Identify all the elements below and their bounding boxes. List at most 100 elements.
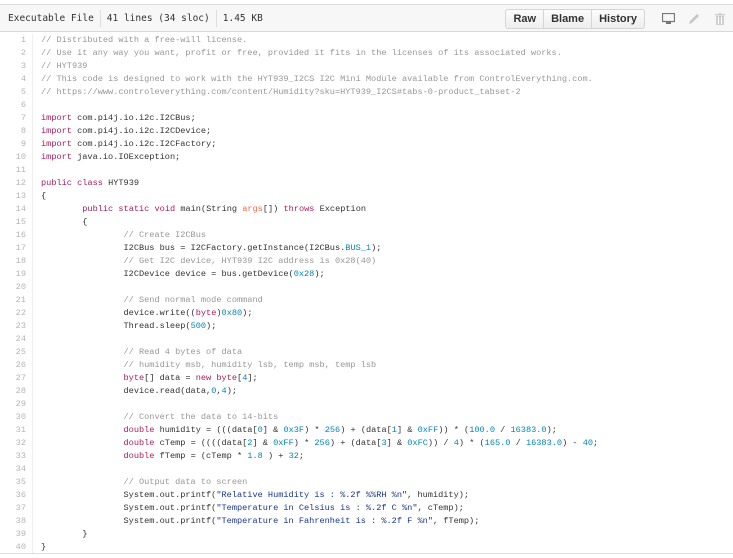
line-content: Thread.sleep(500); <box>41 321 217 331</box>
line-number[interactable]: 21 <box>0 294 33 307</box>
code-line: 3 // HYT939 <box>0 60 733 73</box>
line-number[interactable]: 10 <box>0 151 33 164</box>
file-mode: Executable File <box>8 13 94 24</box>
code-line: 24 <box>0 333 733 346</box>
line-content: public class HYT939 <box>41 178 140 188</box>
line-content: // Create I2CBus <box>123 230 207 240</box>
line-content: double cTemp = ((((data[2] & 0xFF) * 256… <box>123 438 599 448</box>
code-line: 19 I2CDevice device = bus.getDevice(0x28… <box>0 268 733 281</box>
line-content: // Read 4 bytes of data <box>123 347 243 357</box>
line-number[interactable]: 9 <box>0 138 33 151</box>
line-content: // Distributed with a free-will license. <box>41 35 248 45</box>
line-content: } <box>41 529 88 539</box>
line-number[interactable]: 36 <box>0 489 33 502</box>
code-line: 2 // Use it any way you want, profit or f… <box>0 47 733 60</box>
line-number[interactable]: 30 <box>0 411 33 424</box>
code-line: 33 double fTemp = (cTemp * 1.8 ) + 32; <box>0 450 733 463</box>
line-number[interactable]: 20 <box>0 281 33 294</box>
line-number[interactable]: 33 <box>0 450 33 463</box>
line-number[interactable]: 38 <box>0 515 33 528</box>
line-number[interactable]: 28 <box>0 385 33 398</box>
history-button[interactable]: History <box>591 8 645 29</box>
line-number[interactable]: 39 <box>0 528 33 541</box>
file-size: 1.45 KB <box>222 13 263 24</box>
code-line: 29 <box>0 398 733 411</box>
line-number[interactable]: 25 <box>0 346 33 359</box>
line-number[interactable]: 29 <box>0 398 33 411</box>
line-number[interactable]: 15 <box>0 216 33 229</box>
code-line: 10 import java.io.IOException; <box>0 151 733 164</box>
line-number[interactable]: 8 <box>0 125 33 138</box>
code-line: 12 public class HYT939 <box>0 177 733 190</box>
code-line: 1 // Distributed with a free-will license… <box>0 34 733 47</box>
line-number[interactable]: 34 <box>0 463 33 476</box>
line-number[interactable]: 19 <box>0 268 33 281</box>
line-content: { <box>41 217 88 227</box>
line-content: double fTemp = (cTemp * 1.8 ) + 32; <box>123 451 305 461</box>
line-content: // https://www.controleverything.com/con… <box>41 87 521 97</box>
trash-icon[interactable] <box>712 11 728 27</box>
code-line: 16 // Create I2CBus <box>0 229 733 242</box>
line-number[interactable]: 12 <box>0 177 33 190</box>
line-number[interactable]: 7 <box>0 112 33 125</box>
code-line: 22 device.write((byte)0x80); <box>0 307 733 320</box>
line-number[interactable]: 14 <box>0 203 33 216</box>
code-line: 4 // This code is designed to work with t… <box>0 73 733 86</box>
line-number[interactable]: 16 <box>0 229 33 242</box>
line-number[interactable]: 18 <box>0 255 33 268</box>
code-line: 39 } <box>0 528 733 541</box>
line-content: // Send normal mode command <box>123 295 263 305</box>
line-content: device.write((byte)0x80); <box>41 308 253 318</box>
code-line: 9 import com.pi4j.io.i2c.I2CFactory; <box>0 138 733 151</box>
code-line: 7 import com.pi4j.io.i2c.I2CBus; <box>0 112 733 125</box>
line-number[interactable]: 27 <box>0 372 33 385</box>
file-actions: Raw Blame History <box>505 5 733 32</box>
blame-button[interactable]: Blame <box>543 8 593 29</box>
code-line: 37 System.out.printf("Temperature in Cel… <box>0 502 733 515</box>
line-number[interactable]: 37 <box>0 502 33 515</box>
line-content: // Use it any way you want, profit or fr… <box>41 48 562 58</box>
line-number[interactable]: 11 <box>0 164 33 177</box>
raw-button[interactable]: Raw <box>505 8 545 29</box>
line-content: System.out.printf("Relative Humidity is … <box>41 490 470 500</box>
line-number[interactable]: 22 <box>0 307 33 320</box>
line-content: // This code is designed to work with th… <box>41 74 593 84</box>
code-line: 11 <box>0 164 733 177</box>
code-line: 25 // Read 4 bytes of data <box>0 346 733 359</box>
line-content <box>33 281 41 294</box>
line-number[interactable]: 23 <box>0 320 33 333</box>
line-number[interactable]: 31 <box>0 424 33 437</box>
line-number[interactable]: 17 <box>0 242 33 255</box>
line-content: import com.pi4j.io.i2c.I2CFactory; <box>41 139 217 149</box>
file-header: Executable File 41 lines (34 sloc) 1.45 … <box>0 4 733 32</box>
pencil-icon[interactable] <box>686 11 702 27</box>
line-number[interactable]: 13 <box>0 190 33 203</box>
line-number[interactable]: 3 <box>0 60 33 73</box>
line-content: public static void main(String args[]) t… <box>82 204 367 214</box>
line-number[interactable]: 1 <box>0 34 33 47</box>
code-view: 1 // Distributed with a free-will license… <box>0 34 733 554</box>
line-content: { <box>41 191 47 201</box>
line-content: import com.pi4j.io.i2c.I2CDevice; <box>41 126 212 136</box>
line-number[interactable]: 4 <box>0 73 33 86</box>
divider <box>99 10 101 27</box>
line-number[interactable]: 2 <box>0 47 33 60</box>
code-line: 38 System.out.printf("Temperature in Fah… <box>0 515 733 528</box>
line-content: // Output data to screen <box>123 477 248 487</box>
code-line: 17 I2CBus bus = I2CFactory.getInstance(I… <box>0 242 733 255</box>
line-content: // humidity msb, humidity lsb, temp msb,… <box>123 360 377 370</box>
line-number[interactable]: 26 <box>0 359 33 372</box>
line-number[interactable]: 32 <box>0 437 33 450</box>
line-number[interactable]: 35 <box>0 476 33 489</box>
line-number[interactable]: 5 <box>0 86 33 99</box>
divider <box>215 10 217 27</box>
code-line: 28 device.read(data,0,4); <box>0 385 733 398</box>
line-content <box>33 463 41 476</box>
code-line: 32 double cTemp = ((((data[2] & 0xFF) * … <box>0 437 733 450</box>
code-line: 23 Thread.sleep(500); <box>0 320 733 333</box>
line-number[interactable]: 24 <box>0 333 33 346</box>
code-line: 31 double humidity = (((data[0] & 0x3F) … <box>0 424 733 437</box>
line-number[interactable]: 6 <box>0 99 33 112</box>
line-content: I2CBus bus = I2CFactory.getInstance(I2CB… <box>41 243 382 253</box>
desktop-icon[interactable] <box>660 11 676 27</box>
